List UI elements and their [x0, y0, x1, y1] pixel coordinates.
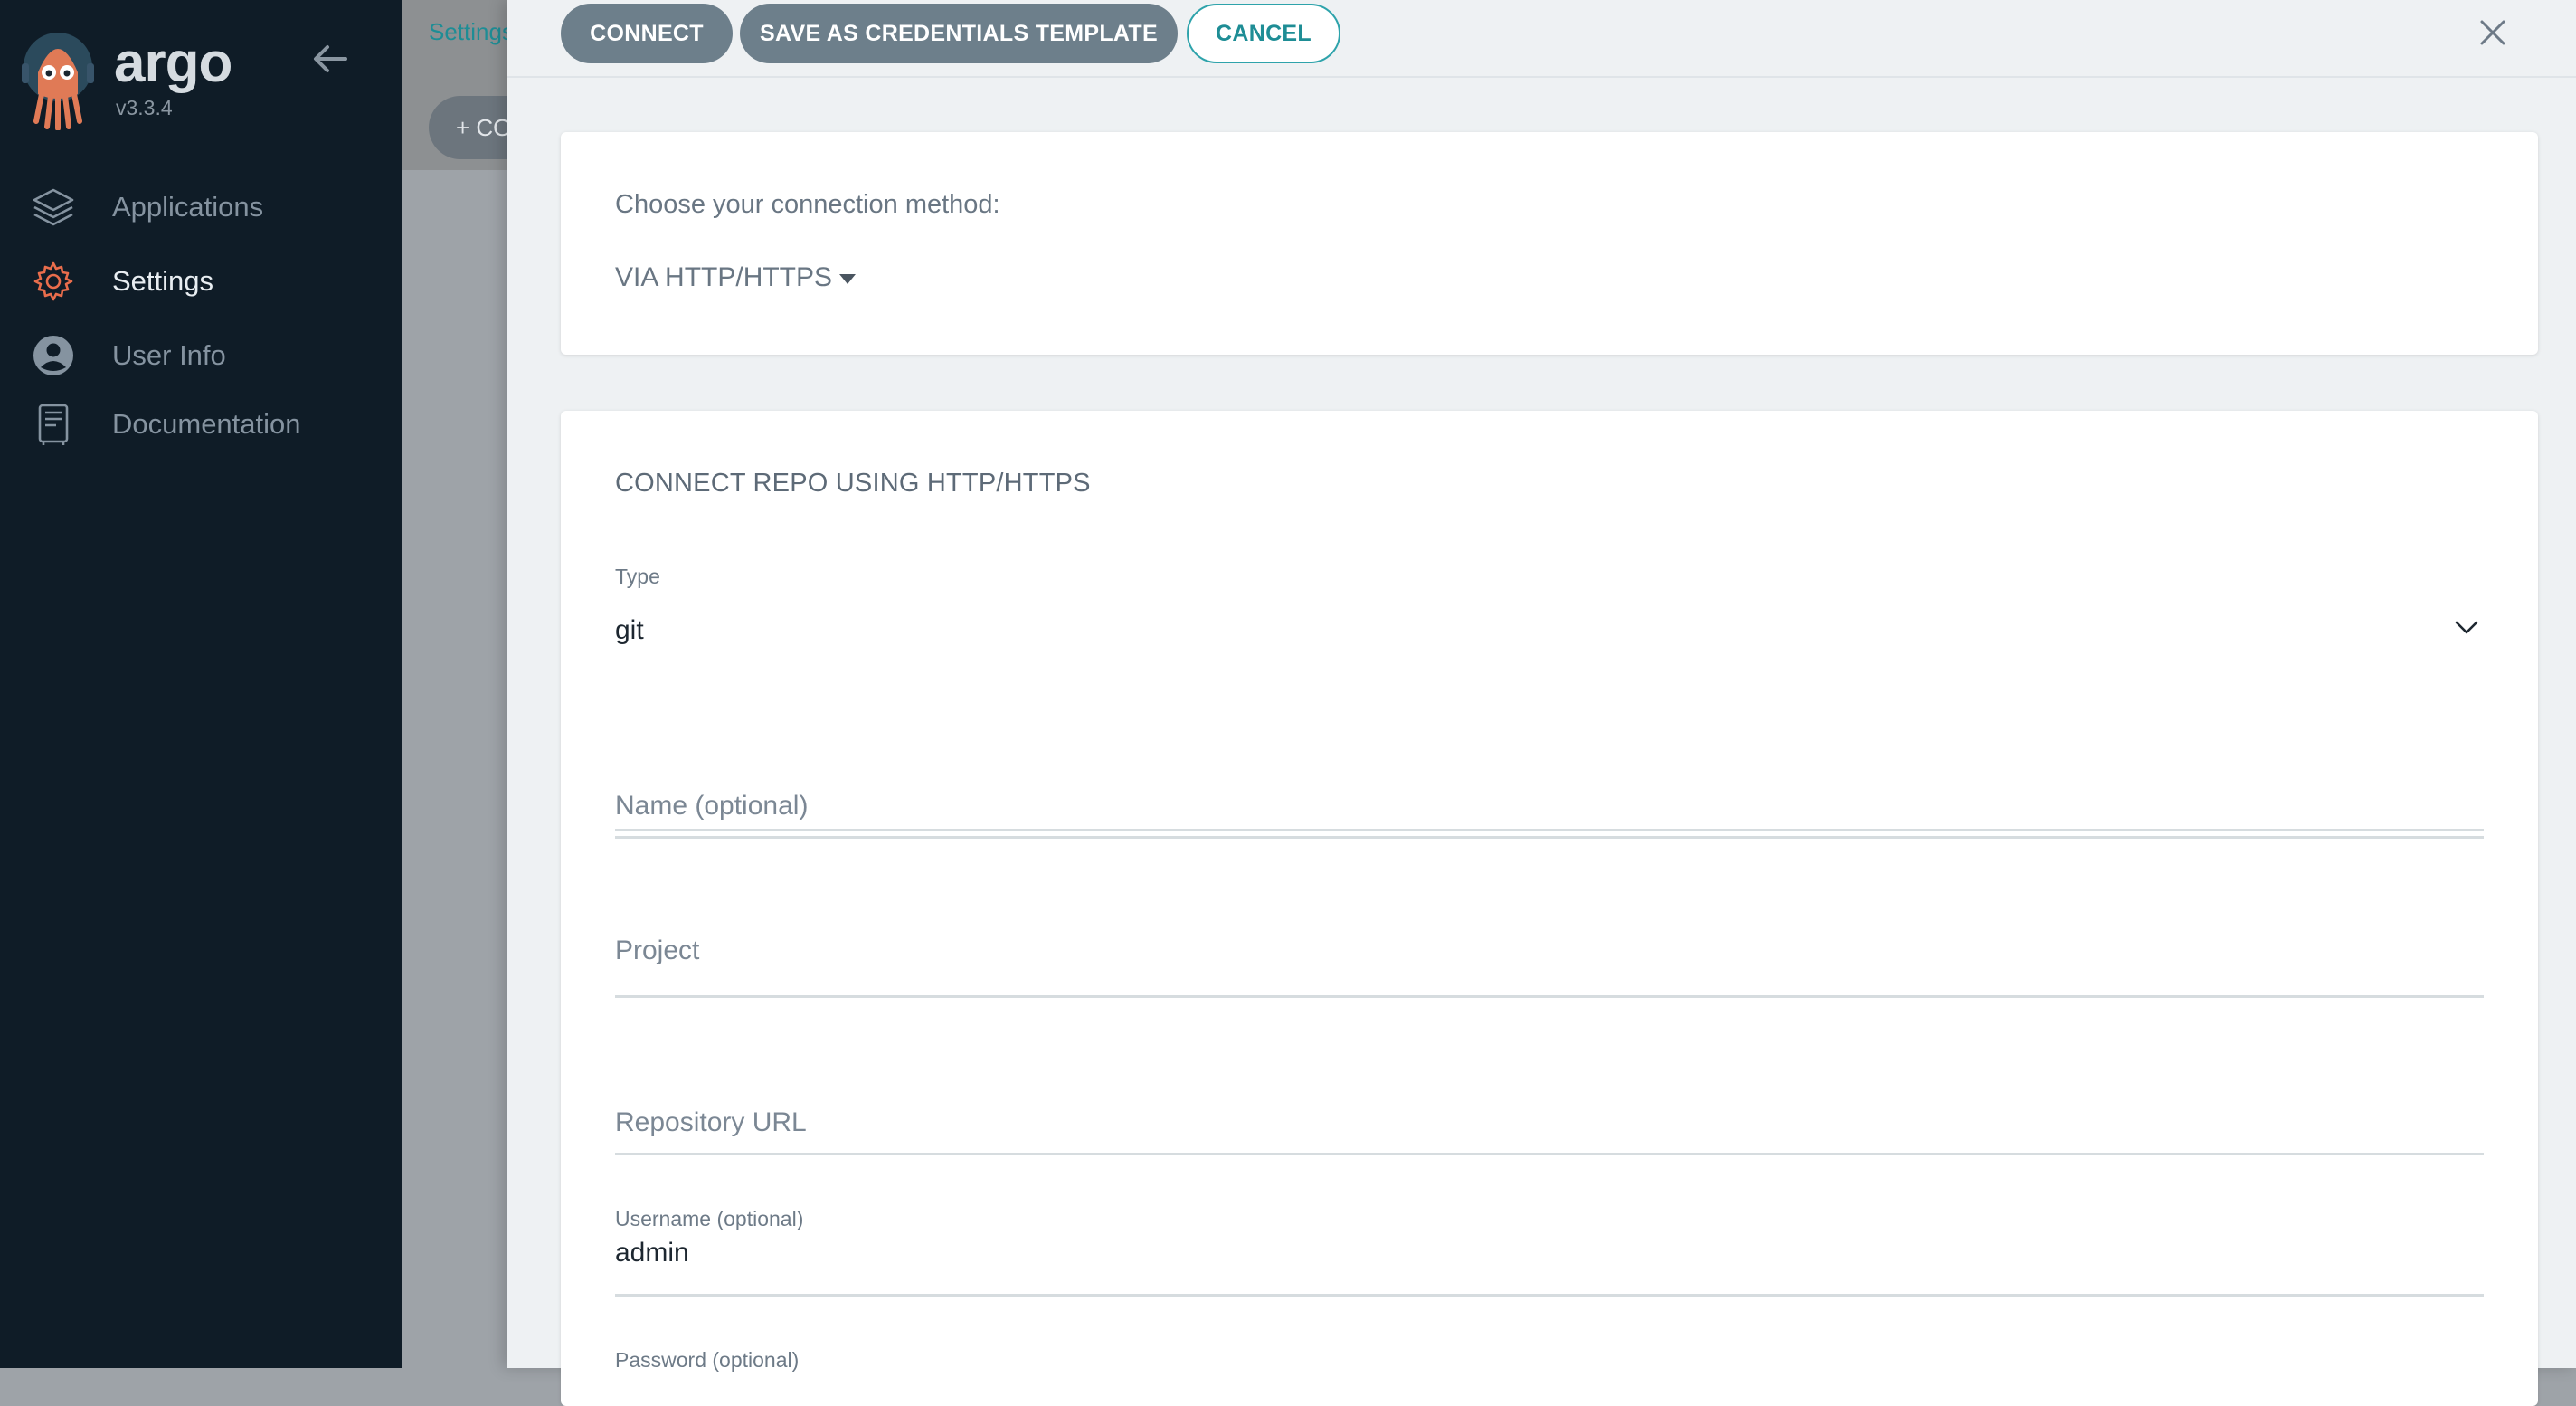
- sidebar-item-applications[interactable]: Applications: [0, 176, 402, 239]
- argo-octopus-logo: [22, 33, 94, 130]
- connect-repo-form-card: CONNECT REPO USING HTTP/HTTPS Type git N…: [561, 411, 2538, 1406]
- project-input[interactable]: Project: [615, 936, 2484, 1026]
- sidebar-item-settings[interactable]: Settings: [0, 250, 402, 313]
- sidebar-item-label: Documentation: [112, 408, 301, 440]
- password-label: Password (optional): [615, 1348, 800, 1372]
- form-title: CONNECT REPO USING HTTP/HTTPS: [615, 469, 1091, 498]
- panel-toolbar: CONNECT SAVE AS CREDENTIALS TEMPLATE CAN…: [507, 0, 2576, 78]
- name-underline: [615, 836, 2484, 839]
- username-value: admin: [615, 1238, 689, 1268]
- username-input[interactable]: Username (optional) admin: [615, 1207, 2484, 1306]
- caret-down-icon: [839, 273, 857, 284]
- sidebar-item-user-info[interactable]: User Info: [0, 324, 402, 387]
- version-label: v3.3.4: [116, 96, 173, 119]
- password-input[interactable]: Password (optional): [615, 1348, 2484, 1384]
- type-label: Type: [615, 565, 660, 588]
- username-label: Username (optional): [615, 1207, 804, 1230]
- brand-name: argo: [114, 32, 232, 94]
- sidebar: argo v3.3.4 Applications Settings User I…: [0, 0, 402, 1368]
- connection-method-value: VIA HTTP/HTTPS: [615, 262, 833, 292]
- connection-method-card: Choose your connection method: VIA HTTP/…: [561, 132, 2538, 355]
- breadcrumb[interactable]: Settings: [429, 18, 514, 46]
- type-value: git: [615, 615, 644, 645]
- collapse-arrow-icon[interactable]: [309, 38, 351, 80]
- name-placeholder: Name (optional): [615, 791, 809, 821]
- close-icon[interactable]: [2475, 14, 2511, 51]
- documentation-icon: [38, 404, 69, 445]
- connect-repo-panel: CONNECT SAVE AS CREDENTIALS TEMPLATE CAN…: [507, 0, 2576, 1406]
- cancel-button[interactable]: CANCEL: [1187, 4, 1340, 63]
- connection-method-dropdown[interactable]: VIA HTTP/HTTPS: [615, 262, 857, 293]
- layers-icon: [33, 188, 74, 226]
- sidebar-item-label: Settings: [112, 265, 214, 297]
- gear-icon: [33, 261, 73, 301]
- name-input[interactable]: Name (optional): [615, 791, 2484, 881]
- sidebar-item-label: User Info: [112, 339, 226, 371]
- user-icon: [33, 336, 73, 375]
- repository-url-underline: [615, 1153, 2484, 1155]
- sidebar-item-label: Applications: [112, 191, 264, 223]
- connect-button[interactable]: CONNECT: [561, 4, 733, 63]
- chevron-down-icon: [2455, 621, 2478, 634]
- project-underline: [615, 995, 2484, 998]
- repository-url-placeholder: Repository URL: [615, 1107, 807, 1137]
- sidebar-item-documentation[interactable]: Documentation: [0, 393, 402, 456]
- save-as-credentials-template-button[interactable]: SAVE AS CREDENTIALS TEMPLATE: [740, 4, 1178, 63]
- type-select[interactable]: Type git: [615, 565, 2484, 831]
- connection-method-label: Choose your connection method:: [615, 190, 1000, 219]
- username-underline: [615, 1294, 2484, 1297]
- repository-url-input[interactable]: Repository URL: [615, 1107, 2484, 1198]
- project-placeholder: Project: [615, 936, 700, 965]
